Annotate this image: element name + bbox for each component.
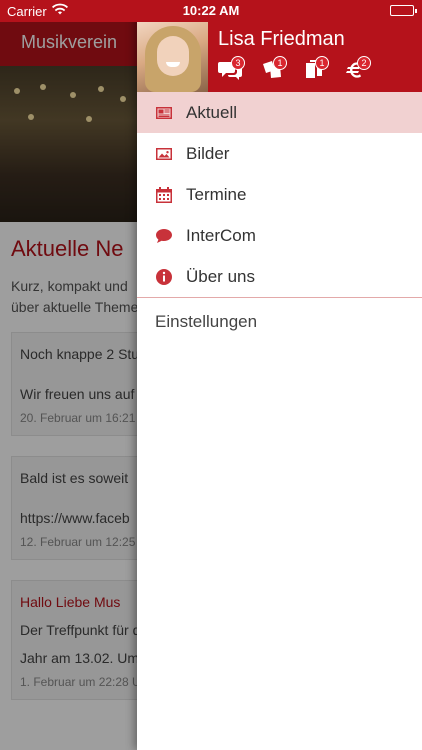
clock: 10:22 AM: [182, 3, 240, 18]
info-icon: [155, 268, 173, 286]
euro-icon[interactable]: 2: [344, 56, 371, 84]
menu-item-intercom[interactable]: InterCom: [137, 215, 422, 256]
avatar[interactable]: [137, 22, 208, 92]
menu-item-label: Aktuell: [186, 102, 238, 122]
image-icon: [155, 145, 173, 163]
badge: 1: [315, 56, 329, 70]
menu-item-label: Termine: [186, 184, 247, 204]
menu-item-ueber-uns[interactable]: Über uns: [137, 256, 422, 297]
menu-item-label: Über uns: [186, 266, 255, 286]
menu-item-label: Bilder: [186, 143, 230, 163]
header-icon-bar: 3 1 1 2: [218, 56, 418, 86]
drawer-menu: Aktuell Bilder Termine InterCom Über uns: [137, 92, 422, 346]
status-bar: Carrier 10:22 AM: [0, 0, 422, 22]
side-drawer: Lisa Friedman 3 1 1 2 Aktuell Bilder Ter…: [137, 0, 422, 750]
calendar-icon: [155, 186, 173, 204]
badge: 2: [357, 56, 371, 70]
menu-item-label: InterCom: [186, 225, 256, 245]
menu-item-termine[interactable]: Termine: [137, 174, 422, 215]
chat-bubbles-icon[interactable]: 3: [218, 56, 245, 84]
badge: 1: [273, 56, 287, 70]
cards-icon[interactable]: 1: [260, 56, 287, 84]
newspaper-icon: [155, 104, 173, 122]
speech-bubble-icon: [155, 227, 173, 245]
user-name[interactable]: Lisa Friedman: [218, 28, 345, 51]
battery-icon: [390, 5, 417, 16]
settings-item[interactable]: Einstellungen: [137, 298, 422, 346]
documents-icon[interactable]: 1: [302, 56, 329, 84]
menu-item-bilder[interactable]: Bilder: [137, 133, 422, 174]
drawer-header: Lisa Friedman 3 1 1 2: [137, 22, 422, 92]
menu-item-aktuell[interactable]: Aktuell: [137, 92, 422, 133]
badge: 3: [231, 56, 245, 70]
